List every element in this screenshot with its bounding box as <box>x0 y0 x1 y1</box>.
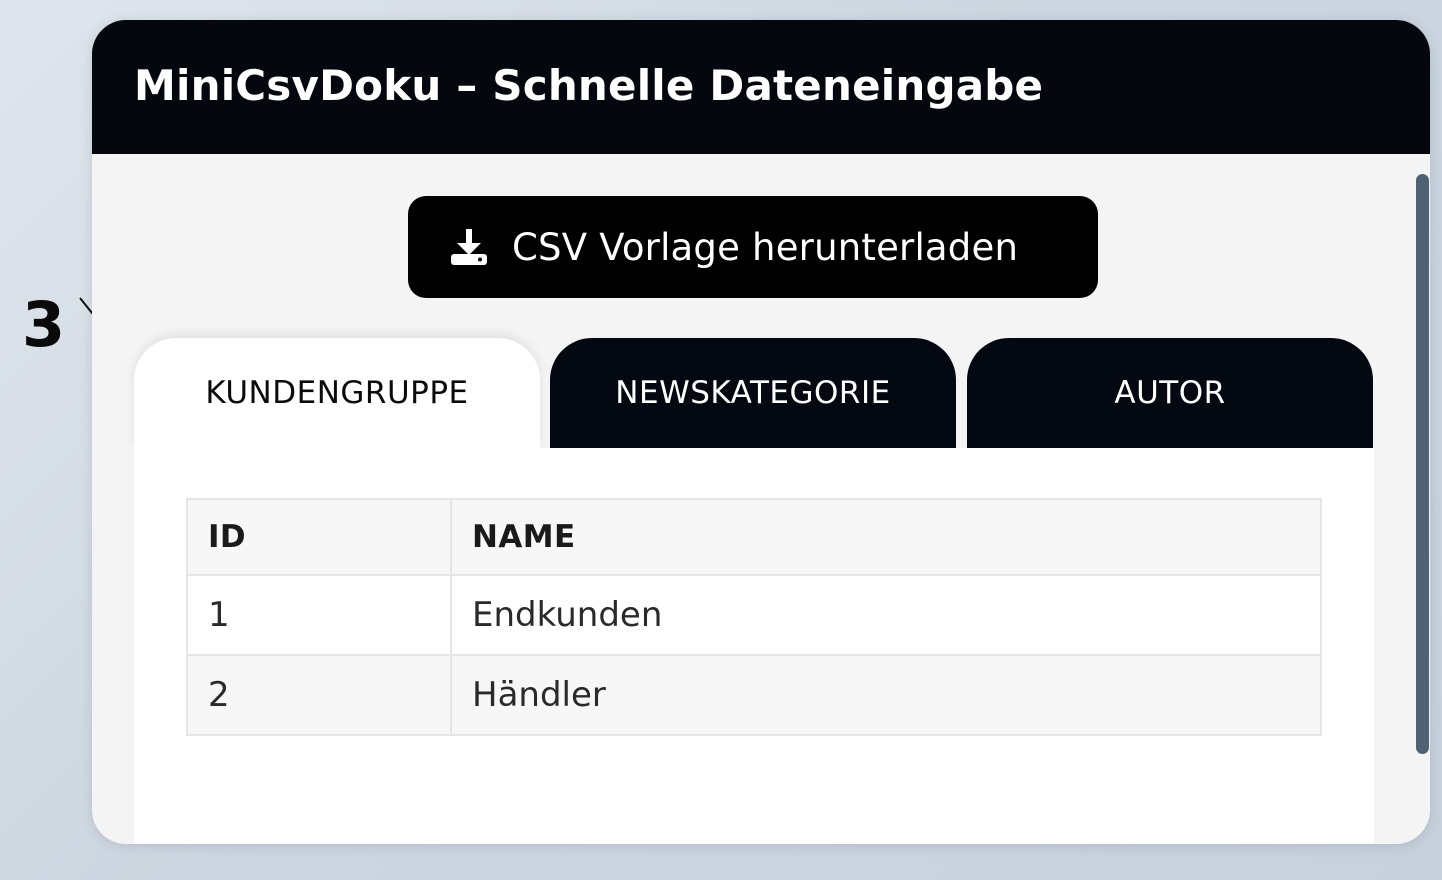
tab-newskategorie[interactable]: NEWSKATEGORIE <box>550 338 956 448</box>
cell-name: Endkunden <box>450 574 1322 656</box>
cell-id: 1 <box>186 574 452 656</box>
download-button-label: CSV Vorlage herunterladen <box>512 225 1019 269</box>
column-header-id: ID <box>186 498 452 576</box>
tab-autor[interactable]: AUTOR <box>967 338 1373 448</box>
tab-bar: KUNDENGRUPPE NEWSKATEGORIE AUTOR <box>134 338 1374 448</box>
cell-id: 2 <box>186 654 452 736</box>
table-row: 1 Endkunden <box>186 574 1322 656</box>
scrollbar-thumb[interactable] <box>1416 174 1429 754</box>
step-number-annotation: 3 <box>22 288 66 361</box>
table-header-row: ID NAME <box>186 498 1322 576</box>
column-header-name: NAME <box>450 498 1322 576</box>
download-icon <box>448 226 490 268</box>
tab-kundengruppe[interactable]: KUNDENGRUPPE <box>134 338 540 448</box>
tab-panel-kundengruppe: ID NAME 1 Endkunden 2 Händler <box>134 448 1374 844</box>
table-row: 2 Händler <box>186 654 1322 736</box>
app-window: MiniCsvDoku – Schnelle Dateneingabe CSV … <box>92 20 1430 844</box>
cell-name: Händler <box>450 654 1322 736</box>
download-csv-template-button[interactable]: CSV Vorlage herunterladen <box>408 196 1098 298</box>
title-bar: MiniCsvDoku – Schnelle Dateneingabe <box>92 20 1430 154</box>
app-title: MiniCsvDoku – Schnelle Dateneingabe <box>134 60 1044 110</box>
data-table: ID NAME 1 Endkunden 2 Händler <box>186 498 1322 736</box>
